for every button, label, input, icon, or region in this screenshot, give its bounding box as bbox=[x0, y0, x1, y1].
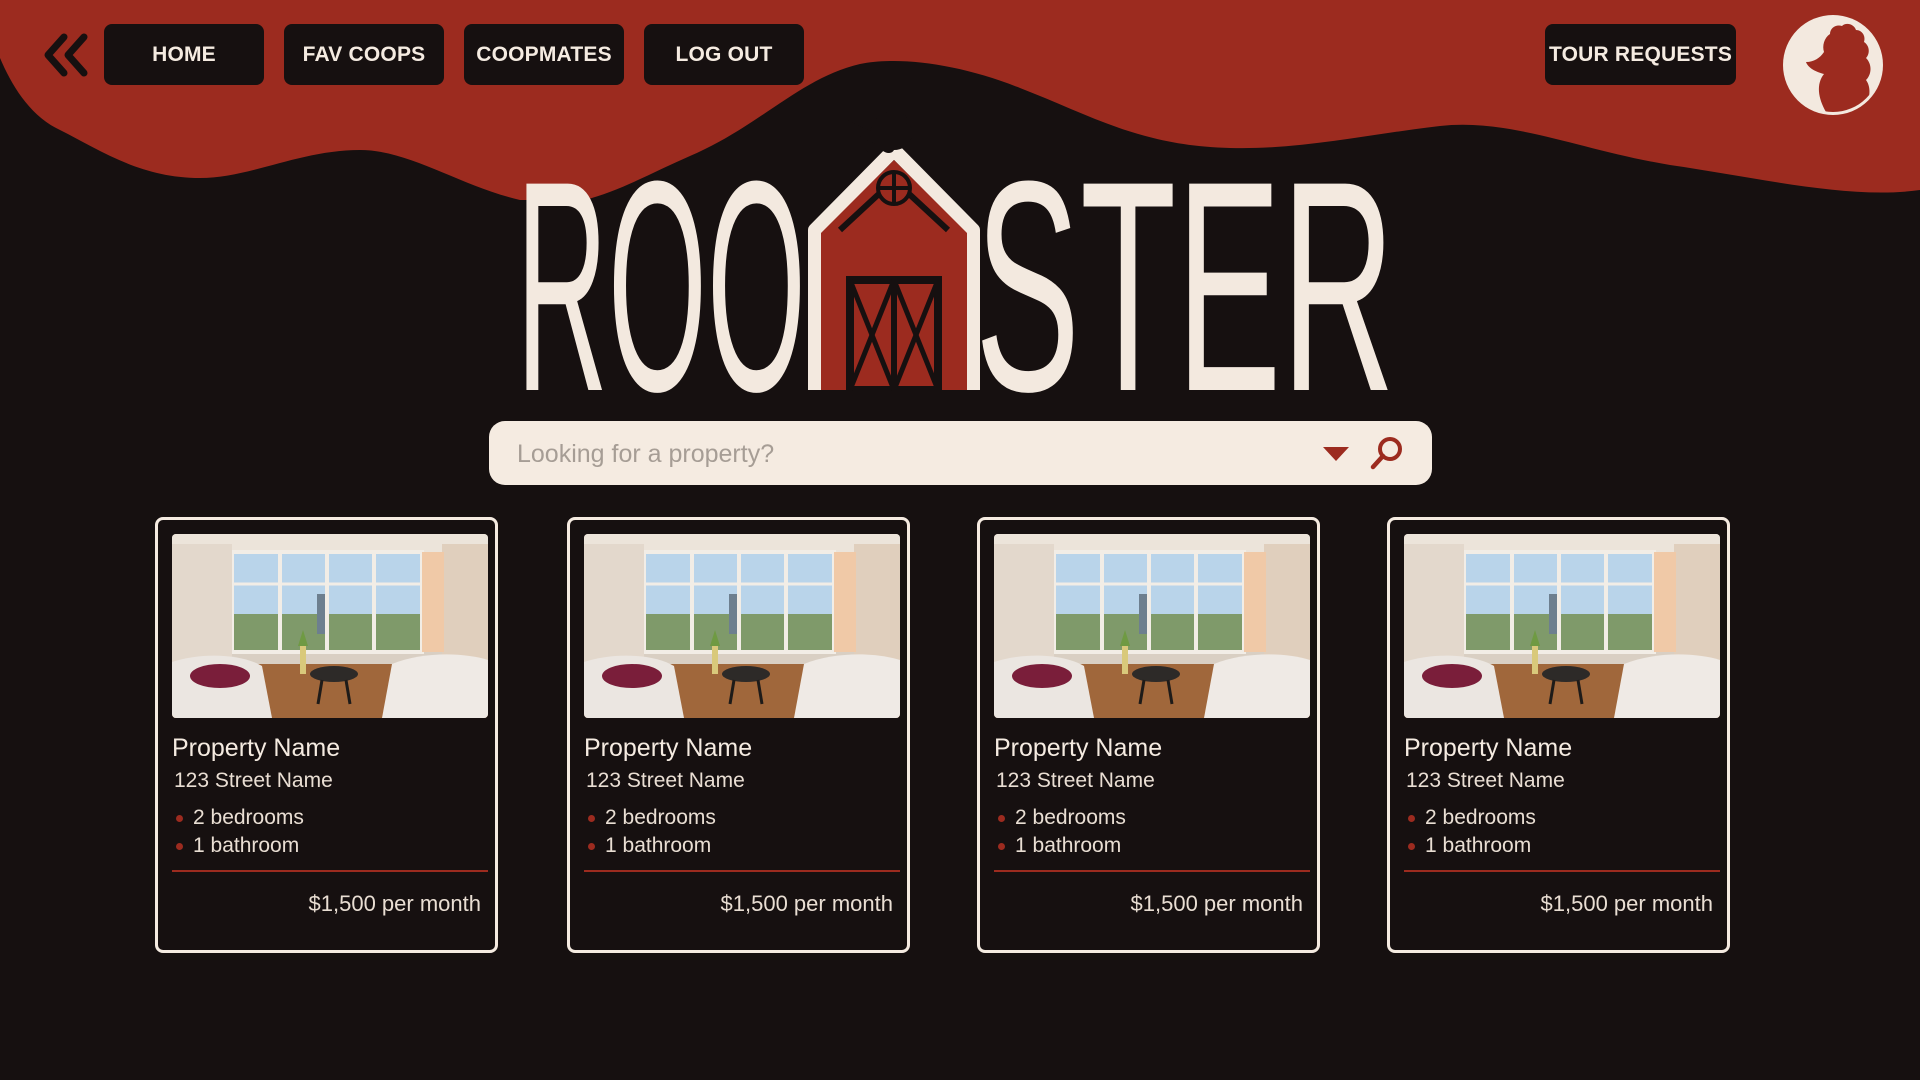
search-bar bbox=[489, 421, 1432, 487]
listing-photo bbox=[994, 534, 1310, 718]
listing-divider bbox=[1404, 870, 1720, 872]
listing-feature: 2 bedrooms bbox=[174, 804, 304, 832]
page: HOME FAV COOPS COOPMATES LOG OUT TOUR RE… bbox=[0, 0, 1920, 1080]
listing-card[interactable]: Property Name 123 Street Name 2 bedrooms… bbox=[1387, 517, 1730, 953]
listing-feature: 1 bathroom bbox=[996, 832, 1126, 860]
rooster-avatar-icon bbox=[1806, 23, 1871, 112]
nav-tour-requests-button[interactable]: TOUR REQUESTS bbox=[1545, 24, 1736, 85]
listing-address: 123 Street Name bbox=[174, 769, 333, 792]
listing-photo bbox=[584, 534, 900, 718]
listing-feature-text: 1 bathroom bbox=[605, 834, 712, 857]
listing-feature-text: 1 bathroom bbox=[1425, 834, 1532, 857]
barn-rooster-logo bbox=[808, 109, 980, 394]
search-input[interactable] bbox=[515, 421, 1279, 487]
listing-feature: 1 bathroom bbox=[586, 832, 716, 860]
listing-address: 123 Street Name bbox=[586, 769, 745, 792]
listing-name: Property Name bbox=[1404, 734, 1573, 762]
roomaster-logo: ROO STER bbox=[520, 109, 1395, 400]
listing-address: 123 Street Name bbox=[996, 769, 1155, 792]
listing-name: Property Name bbox=[584, 734, 753, 762]
listing-feature-text: 2 bedrooms bbox=[1425, 806, 1536, 829]
listing-feature: 2 bedrooms bbox=[586, 804, 716, 832]
listing-photo bbox=[1404, 534, 1720, 718]
listing-divider bbox=[584, 870, 900, 872]
listing-feature: 1 bathroom bbox=[1406, 832, 1536, 860]
listing-feature-text: 2 bedrooms bbox=[605, 806, 716, 829]
listing-feature-text: 1 bathroom bbox=[1015, 834, 1122, 857]
listing-features: 2 bedrooms 1 bathroom bbox=[1406, 804, 1536, 860]
listing-card[interactable]: Property Name 123 Street Name 2 bedrooms… bbox=[977, 517, 1320, 953]
back-button[interactable] bbox=[42, 30, 92, 80]
listing-name: Property Name bbox=[172, 734, 341, 762]
listing-name: Property Name bbox=[994, 734, 1163, 762]
listing-card[interactable]: Property Name 123 Street Name 2 bedrooms… bbox=[567, 517, 910, 953]
double-chevron-left-icon bbox=[44, 33, 88, 77]
bullet-dot-icon bbox=[998, 843, 1005, 850]
listing-features: 2 bedrooms 1 bathroom bbox=[586, 804, 716, 860]
listing-divider bbox=[172, 870, 488, 872]
bullet-dot-icon bbox=[998, 815, 1005, 822]
bullet-dot-icon bbox=[588, 843, 595, 850]
logo-text-right: STER bbox=[975, 118, 1395, 400]
listing-price: $1,500 per month bbox=[308, 891, 481, 916]
listing-price: $1,500 per month bbox=[1130, 891, 1303, 916]
listing-address: 123 Street Name bbox=[1406, 769, 1565, 792]
bullet-dot-icon bbox=[1408, 843, 1415, 850]
search-icon[interactable] bbox=[1369, 435, 1405, 471]
listing-price: $1,500 per month bbox=[720, 891, 893, 916]
listing-features: 2 bedrooms 1 bathroom bbox=[996, 804, 1126, 860]
bullet-dot-icon bbox=[176, 843, 183, 850]
bullet-dot-icon bbox=[1408, 815, 1415, 822]
nav-home-button[interactable]: HOME bbox=[104, 24, 264, 85]
profile-avatar[interactable] bbox=[1786, 18, 1880, 112]
logo-text-left: ROO bbox=[520, 118, 806, 400]
listing-feature: 2 bedrooms bbox=[1406, 804, 1536, 832]
listing-feature: 2 bedrooms bbox=[996, 804, 1126, 832]
caret-down-icon[interactable] bbox=[1321, 439, 1351, 467]
listing-card[interactable]: Property Name 123 Street Name 2 bedrooms… bbox=[155, 517, 498, 953]
bullet-dot-icon bbox=[176, 815, 183, 822]
listing-divider bbox=[994, 870, 1310, 872]
listing-feature-text: 2 bedrooms bbox=[1015, 806, 1126, 829]
nav-fav-coops-button[interactable]: FAV COOPS bbox=[284, 24, 444, 85]
bullet-dot-icon bbox=[588, 815, 595, 822]
listing-price: $1,500 per month bbox=[1540, 891, 1713, 916]
listing-photo bbox=[172, 534, 488, 718]
listing-feature-text: 2 bedrooms bbox=[193, 806, 304, 829]
listing-feature-text: 1 bathroom bbox=[193, 834, 300, 857]
listing-features: 2 bedrooms 1 bathroom bbox=[174, 804, 304, 860]
listing-feature: 1 bathroom bbox=[174, 832, 304, 860]
